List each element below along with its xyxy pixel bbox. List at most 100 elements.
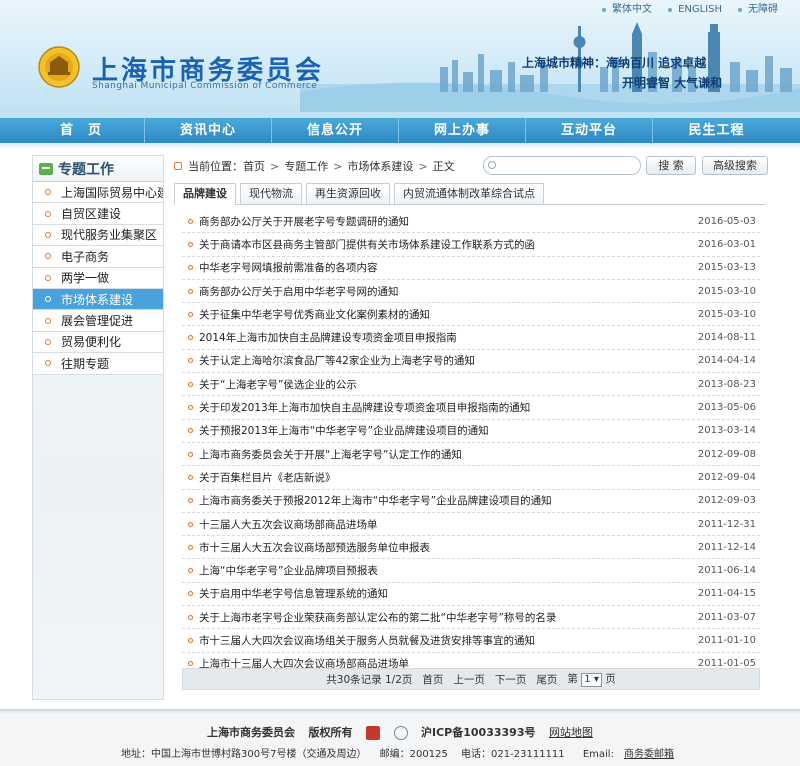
bullet-icon [45, 338, 51, 345]
sidebar-item[interactable]: 上海国际贸易中心建设 [33, 182, 163, 204]
article-date: 2015-03-10 [697, 308, 756, 320]
list-item[interactable]: 关于认定上海哈尔滨食品厂等42家企业为上海老字号的通知 2014-04-14 [182, 350, 760, 374]
list-item[interactable]: 十三届人大五次会议商场部商品进场单 2011-12-31 [182, 513, 760, 537]
article-title[interactable]: 市十三届人大四次会议商场组关于服务人员就餐及进货安排等事宜的通知 [199, 633, 686, 648]
bullet-icon [188, 428, 193, 434]
english-link[interactable]: ENGLISH [664, 2, 734, 18]
footer-icp[interactable]: 沪ICP备10033393号 [421, 726, 535, 739]
list-item[interactable]: 关于预报2013年上海市“中华老字号”企业品牌建设项目的通知 2013-03-14 [182, 420, 760, 443]
email-link[interactable]: 商务委邮箱 [624, 749, 674, 760]
page-select[interactable]: 1 ▾ [581, 673, 602, 687]
list-item[interactable]: 关于上海市老字号企业荣获商务部认定公布的第二批“中华老字号”称号的名录 2011-… [182, 606, 760, 630]
sidebar-item[interactable]: 展会管理促进 [33, 310, 163, 332]
article-title[interactable]: 2014年上海市加快自主品牌建设专项资金项目申报指南 [199, 330, 686, 345]
nav-news-center[interactable]: 资讯中心 [145, 118, 272, 143]
chevron-down-icon: ▾ [593, 674, 599, 685]
article-title[interactable]: 商务部办公厅关于开展老字号专题调研的通知 [199, 214, 686, 229]
bullet-icon [188, 521, 193, 527]
search-button[interactable]: 搜 索 [646, 156, 696, 175]
list-item[interactable]: 2014年上海市加快自主品牌建设专项资金项目申报指南 2014-08-11 [182, 326, 760, 350]
list-item[interactable]: 关于百集栏目片《老店新说》 2012-09-04 [182, 466, 760, 490]
nav-online-services[interactable]: 网上办事 [399, 118, 526, 143]
police-badge-icon[interactable] [366, 726, 381, 740]
list-item[interactable]: 商务部办公厅关于开展老字号专题调研的通知 2016-05-03 [182, 210, 760, 234]
first-page-link[interactable]: 首页 [422, 672, 443, 687]
list-item[interactable]: 关于印发2013年上海市加快自主品牌建设专项资金项目申报指南的通知 2013-05… [182, 396, 760, 420]
article-title[interactable]: 市十三届人大五次会议商场部预选服务单位申报表 [199, 540, 686, 555]
article-title[interactable]: 关于百集栏目片《老店新说》 [199, 470, 686, 485]
list-item[interactable]: 关于商请本市区县商务主管部门提供有关市场体系建设工作联系方式的函 2016-03-… [182, 233, 760, 257]
footer-line-1: 上海市商务委员会 版权所有 沪ICP备10033393号 网站地图 [0, 724, 800, 740]
article-title[interactable]: 上海“中华老字号”企业品牌项目预报表 [199, 563, 686, 578]
tab-item[interactable]: 现代物流 [240, 183, 302, 204]
tab-item[interactable]: 品牌建设 [174, 183, 236, 205]
nav-interaction[interactable]: 互动平台 [526, 118, 653, 143]
prev-page-link[interactable]: 上一页 [453, 672, 485, 687]
breadcrumb-market[interactable]: 市场体系建设 [347, 158, 413, 174]
article-title[interactable]: 中华老字号网填报前需准备的各项内容 [199, 260, 686, 275]
accessibility-link[interactable]: 无障碍 [734, 2, 790, 18]
sidebar-item-label: 市场体系建设 [61, 292, 134, 307]
sidebar-item[interactable]: 贸易便利化 [33, 331, 163, 354]
sidebar: 专题工作 上海国际贸易中心建设自贸区建设现代服务业集聚区电子商务两学一做市场体系… [32, 155, 164, 700]
search-input[interactable] [483, 156, 641, 175]
sitemap-link[interactable]: 网站地图 [549, 726, 593, 739]
list-item[interactable]: 关于启用中华老字号信息管理系统的通知 2011-04-15 [182, 583, 760, 607]
bullet-icon [188, 335, 193, 341]
list-item[interactable]: 中华老字号网填报前需准备的各项内容 2015-03-13 [182, 257, 760, 280]
bullet-icon [188, 265, 193, 271]
list-item[interactable]: 市十三届人大五次会议商场部预选服务单位申报表 2011-12-14 [182, 536, 760, 560]
footer-org: 上海市商务委员会 [207, 726, 296, 739]
list-item[interactable]: 上海市商务委关于预报2012年上海市“中华老字号”企业品牌建设项目的通知 2012… [182, 490, 760, 513]
article-title[interactable]: 商务部办公厅关于启用中华老字号网的通知 [199, 284, 686, 299]
sidebar-item-label: 自贸区建设 [61, 207, 122, 222]
tab-item[interactable]: 内贸流通体制改革综合试点 [394, 183, 544, 204]
globe-icon [393, 726, 408, 740]
article-title[interactable]: 关于征集中华老字号优秀商业文化案例素材的通知 [199, 307, 686, 322]
article-title[interactable]: 关于认定上海哈尔滨食品厂等42家企业为上海老字号的通知 [199, 353, 686, 368]
footer-address: 地址：中国上海市世博村路300号7号楼（交通及周边） [121, 749, 367, 760]
sidebar-item[interactable]: 自贸区建设 [33, 203, 163, 225]
list-item[interactable]: 上海市商务委员会关于开展“上海老字号”认定工作的通知 2012-09-08 [182, 443, 760, 467]
sidebar-item[interactable]: 两学一做 [33, 267, 163, 289]
sidebar-item[interactable]: 电子商务 [33, 246, 163, 268]
article-title[interactable]: 关于商请本市区县商务主管部门提供有关市场体系建设工作联系方式的函 [199, 237, 686, 252]
article-title[interactable]: 关于上海市老字号企业荣获商务部认定公布的第二批“中华老字号”称号的名录 [199, 610, 686, 625]
nav-home[interactable]: 首 页 [18, 118, 145, 143]
sidebar-item[interactable]: 市场体系建设 [33, 288, 163, 311]
article-date: 2013-05-06 [697, 402, 756, 414]
breadcrumb-topics[interactable]: 专题工作 [284, 158, 328, 174]
sidebar-item[interactable]: 往期专题 [33, 353, 163, 375]
article-title[interactable]: 十三届人大五次会议商场部商品进场单 [199, 517, 686, 532]
article-title[interactable]: 关于印发2013年上海市加快自主品牌建设专项资金项目申报指南的通知 [199, 400, 686, 415]
top-links: 繁体中文 ENGLISH 无障碍 [598, 2, 790, 18]
nav-info-disclosure[interactable]: 信息公开 [272, 118, 399, 143]
list-item[interactable]: 上海“中华老字号”企业品牌项目预报表 2011-06-14 [182, 559, 760, 583]
list-item[interactable]: 商务部办公厅关于启用中华老字号网的通知 2015-03-10 [182, 280, 760, 304]
article-title[interactable]: 关于启用中华老字号信息管理系统的通知 [199, 586, 686, 601]
bullet-icon [45, 360, 51, 367]
article-title[interactable]: 关于预报2013年上海市“中华老字号”企业品牌建设项目的通知 [199, 423, 686, 438]
article-date: 2012-09-08 [697, 448, 756, 460]
list-item[interactable]: 关于征集中华老字号优秀商业文化案例素材的通知 2015-03-10 [182, 303, 760, 327]
nav-livelihood[interactable]: 民生工程 [653, 118, 780, 143]
article-title[interactable]: 关于“上海老字号”侯选企业的公示 [199, 377, 686, 392]
sidebar-item[interactable]: 现代服务业集聚区 [33, 224, 163, 247]
tab-item[interactable]: 再生资源回收 [306, 183, 390, 204]
next-page-link[interactable]: 下一页 [495, 672, 527, 687]
list-item[interactable]: 市十三届人大四次会议商场组关于服务人员就餐及进货安排等事宜的通知 2011-01-… [182, 629, 760, 653]
sidebar-item-label: 现代服务业集聚区 [61, 228, 158, 243]
article-title[interactable]: 上海市商务委员会关于开展“上海老字号”认定工作的通知 [199, 447, 686, 462]
commission-logo-icon[interactable] [38, 46, 80, 88]
article-date: 2015-03-13 [697, 262, 756, 274]
advanced-search-button[interactable]: 高级搜索 [702, 156, 768, 175]
list-item[interactable]: 关于“上海老字号”侯选企业的公示 2013-08-23 [182, 373, 760, 397]
breadcrumb-home[interactable]: 首页 [243, 158, 265, 174]
footer-email: Email: 商务委邮箱 [578, 749, 679, 760]
sidebar-header: 专题工作 [33, 156, 163, 182]
breadcrumb: 当前位置： 首页 > 专题工作 > 市场体系建设 > 正文 [174, 157, 455, 175]
last-page-link[interactable]: 尾页 [536, 672, 557, 687]
page-jump-prefix: 第 [567, 673, 578, 685]
traditional-chinese-link[interactable]: 繁体中文 [598, 2, 664, 18]
article-title[interactable]: 上海市商务委关于预报2012年上海市“中华老字号”企业品牌建设项目的通知 [199, 493, 686, 508]
